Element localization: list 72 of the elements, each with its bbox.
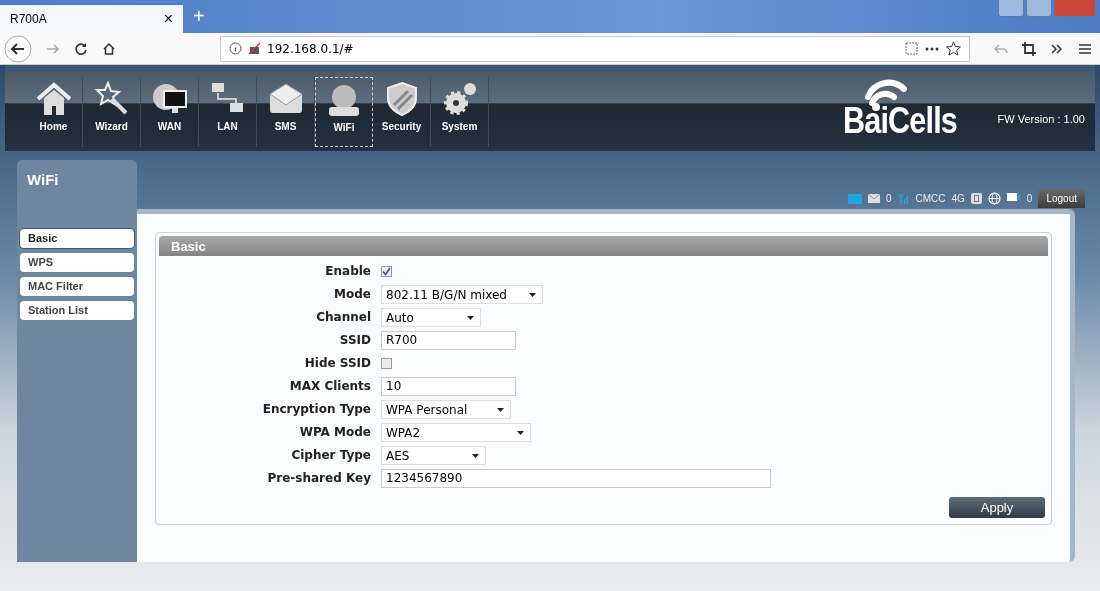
magic-wand-icon <box>93 81 130 117</box>
overflow-chevron-icon[interactable] <box>1050 41 1064 56</box>
nav-item[interactable]: SMS <box>257 77 315 147</box>
field-label: Mode <box>333 286 371 303</box>
gears-icon <box>441 81 478 117</box>
nav-item[interactable]: WAN <box>141 77 199 147</box>
field-label: Channel <box>315 309 371 326</box>
caret-icon <box>472 453 479 458</box>
house-icon <box>35 81 72 117</box>
tab-title: R700A <box>10 12 47 26</box>
router-icon <box>326 82 362 118</box>
nav-item[interactable]: Security <box>373 77 431 147</box>
caret-icon <box>529 292 536 297</box>
nav-item[interactable]: LAN <box>199 77 257 147</box>
envelope-icon <box>867 194 880 203</box>
menu-icon[interactable] <box>1078 41 1092 56</box>
nav-item[interactable]: Wizard <box>83 77 141 147</box>
dropdown[interactable]: WPA2 <box>381 423 531 442</box>
nav-item[interactable]: System <box>431 77 489 147</box>
field-label: Pre-shared Key <box>266 470 371 487</box>
sidebar-item[interactable]: MAC Filter <box>20 277 134 296</box>
section-header: Basic <box>159 236 1048 256</box>
globe-icon <box>987 192 1001 205</box>
firmware-version: FW Version : 1.00 <box>997 113 1085 125</box>
field-label: Encryption Type <box>261 401 371 418</box>
monitor-icon <box>1006 193 1021 204</box>
sidebar-item[interactable]: WPS <box>20 253 134 272</box>
brand-logo: BaiCells <box>833 73 968 141</box>
caret-icon <box>517 430 524 435</box>
network-type: 4G <box>951 193 965 204</box>
url-text: 192.168.0.1/# <box>267 41 354 56</box>
sidebar-item[interactable]: Basic <box>20 229 134 248</box>
checkbox[interactable] <box>381 358 392 369</box>
checkbox[interactable] <box>381 266 392 277</box>
operator-name: CMCC <box>915 193 946 204</box>
field-label: Enable <box>324 263 371 280</box>
field-label: Cipher Type <box>290 447 371 464</box>
apply-button[interactable]: Apply <box>949 497 1045 518</box>
dropdown[interactable]: WPA Personal <box>381 400 511 419</box>
new-tab-button[interactable]: + <box>183 5 215 33</box>
nav-item[interactable]: WiFi <box>315 77 373 147</box>
field-label: WPA Mode <box>298 424 371 441</box>
input-field[interactable]: 1234567890 <box>381 469 771 488</box>
insecure-lock-icon <box>248 42 261 55</box>
info-icon <box>229 42 242 55</box>
field-label: SSID <box>338 332 371 349</box>
input-field[interactable]: 10 <box>381 377 516 396</box>
browser-tab[interactable]: R700A × <box>0 3 183 33</box>
more-icon[interactable] <box>924 45 940 52</box>
field-label: MAX Clients <box>288 378 371 395</box>
field-label: Hide SSID <box>303 355 371 372</box>
input-field[interactable]: R700 <box>381 331 516 350</box>
signal-strength-icon <box>897 193 910 204</box>
client-count: 0 <box>1026 193 1033 204</box>
page-title: WiFi <box>17 160 137 209</box>
logout-button[interactable]: Logout <box>1038 189 1085 208</box>
dropdown[interactable]: AES <box>381 446 486 465</box>
reload-icon[interactable] <box>74 41 88 56</box>
caret-icon <box>497 407 504 412</box>
sim-card-icon <box>847 193 862 204</box>
back-icon[interactable] <box>4 34 32 63</box>
home-icon[interactable] <box>102 41 116 56</box>
nav-item[interactable]: Home <box>25 77 83 147</box>
crop-icon[interactable] <box>1022 41 1036 56</box>
caret-icon <box>467 315 474 320</box>
close-tab-icon[interactable]: × <box>163 10 173 28</box>
sidebar-item[interactable]: Station List <box>20 301 134 320</box>
dropdown[interactable]: 802.11 B/G/N mixed <box>381 285 543 304</box>
address-bar[interactable]: 192.168.0.1/# <box>220 35 970 62</box>
bookmark-star-icon[interactable] <box>946 41 961 56</box>
sms-count: 0 <box>885 193 892 204</box>
dropdown[interactable]: Auto <box>381 308 481 327</box>
